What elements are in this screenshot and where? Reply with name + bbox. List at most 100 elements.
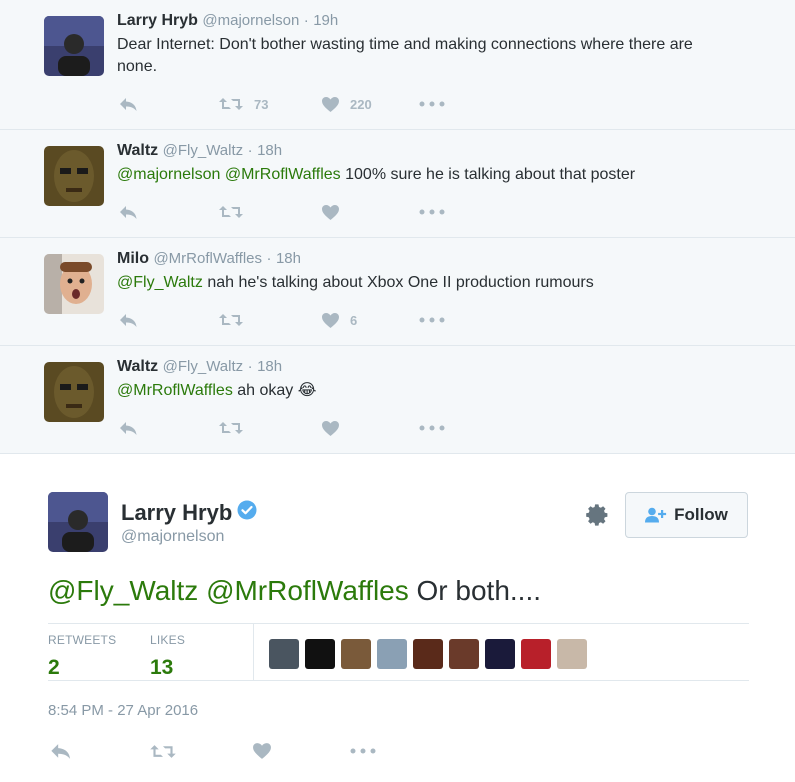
tweet-stats: RETWEETS 2 LIKES 13	[48, 623, 749, 681]
separator-dot: ·	[266, 250, 272, 267]
like-count: 6	[350, 312, 358, 328]
heart-icon	[321, 312, 340, 329]
tweet-text-segment: Or both....	[408, 575, 542, 606]
tweet-time[interactable]: 19h	[313, 12, 338, 29]
author-handle[interactable]: @Fly_Waltz	[163, 358, 244, 375]
tweet-text: @Fly_Waltz @MrRoflWaffles Or both....	[48, 571, 541, 611]
author-name[interactable]: Milo	[117, 250, 149, 267]
liker-avatar[interactable]	[413, 639, 443, 669]
tweet-text-segment: ah okay 😂	[232, 382, 317, 399]
retweets-label: RETWEETS	[48, 633, 117, 647]
gear-icon[interactable]	[586, 503, 610, 532]
mention-link[interactable]: @MrRoflWaffles	[225, 166, 341, 183]
retweet-icon	[218, 312, 244, 328]
tweet-actions	[117, 418, 457, 438]
retweet-button[interactable]	[218, 202, 254, 222]
author-handle[interactable]: @majornelson	[202, 12, 299, 29]
avatar[interactable]	[44, 146, 104, 206]
liker-avatar[interactable]	[341, 639, 371, 669]
tweet-text-segment: Dear Internet: Don't bother wasting time…	[117, 36, 693, 75]
more-icon[interactable]	[350, 741, 376, 761]
avatar[interactable]	[44, 362, 104, 422]
mention-link[interactable]: @MrRoflWaffles	[206, 575, 409, 606]
tweet-text-segment: nah he's talking about Xbox One II produ…	[202, 274, 594, 291]
main-tweet: Larry Hryb @majornelson Follow @Fly_Walt…	[0, 454, 795, 782]
reply-icon[interactable]	[119, 202, 138, 222]
heart-icon	[321, 420, 340, 437]
liker-avatar[interactable]	[557, 639, 587, 669]
liker-avatar[interactable]	[521, 639, 551, 669]
author-name[interactable]: Waltz	[117, 142, 158, 159]
retweet-icon	[218, 96, 244, 112]
reply-icon[interactable]	[119, 418, 138, 438]
avatar[interactable]	[44, 16, 104, 76]
tweet-time[interactable]: 18h	[257, 358, 282, 375]
likes-count: 13	[150, 656, 174, 679]
reply-tweet[interactable]: Waltz @Fly_Waltz · 18h @majornelson @MrR…	[0, 130, 795, 238]
retweet-count: 73	[254, 96, 269, 112]
tweet-timestamp: 8:54 PM - 27 Apr 2016	[48, 702, 199, 719]
retweet-button[interactable]	[218, 418, 254, 438]
reply-icon[interactable]	[119, 310, 138, 330]
mention-link[interactable]: @majornelson	[117, 166, 220, 183]
author-handle[interactable]: @Fly_Waltz	[163, 142, 244, 159]
reply-icon[interactable]	[50, 741, 72, 761]
likes-stat[interactable]: LIKES 13	[150, 633, 185, 680]
reply-tweet[interactable]: Waltz @Fly_Waltz · 18h @MrRoflWaffles ah…	[0, 346, 795, 454]
mention-link[interactable]: @MrRoflWaffles	[117, 382, 233, 399]
avatar[interactable]	[48, 492, 108, 552]
tweet-text: @majornelson @MrRoflWaffles 100% sure he…	[117, 164, 737, 186]
author-fullname[interactable]: Larry Hryb	[121, 500, 232, 526]
reply-icon[interactable]	[119, 94, 138, 114]
retweets-stat[interactable]: RETWEETS 2	[48, 633, 116, 680]
author-name[interactable]: Waltz	[117, 358, 158, 375]
tweet-text: @MrRoflWaffles ah okay 😂	[117, 380, 737, 402]
heart-icon	[321, 96, 340, 113]
liker-avatar[interactable]	[449, 639, 479, 669]
more-icon[interactable]	[419, 310, 445, 330]
liker-avatar[interactable]	[269, 639, 299, 669]
reply-tweet[interactable]: Larry Hryb @majornelson · 19h Dear Inter…	[0, 0, 795, 130]
follow-button[interactable]: Follow	[625, 492, 748, 538]
liker-avatar[interactable]	[485, 639, 515, 669]
tweet-time[interactable]: 18h	[257, 142, 282, 159]
separator-dot: ·	[247, 358, 253, 375]
tweet-actions	[48, 741, 388, 761]
author-name[interactable]: Larry Hryb	[117, 12, 198, 29]
author-handle[interactable]: @majornelson	[121, 528, 224, 546]
more-icon[interactable]	[419, 94, 445, 114]
retweet-button[interactable]: 73	[218, 94, 268, 114]
follow-label: Follow	[674, 505, 728, 524]
follow-person-icon	[645, 507, 667, 523]
verified-badge-icon	[237, 500, 257, 526]
author-handle[interactable]: @MrRoflWaffles	[153, 250, 262, 267]
more-icon[interactable]	[419, 418, 445, 438]
retweet-button[interactable]	[218, 310, 254, 330]
retweets-count: 2	[48, 656, 60, 679]
like-button[interactable]: 220	[321, 94, 372, 114]
tweet-actions: 73 220	[117, 94, 457, 114]
tweet-text-segment	[198, 575, 206, 606]
tweet-text: @Fly_Waltz nah he's talking about Xbox O…	[117, 272, 737, 294]
reply-tweet[interactable]: Milo @MrRoflWaffles · 18h @Fly_Waltz nah…	[0, 238, 795, 346]
like-button[interactable]	[321, 202, 350, 222]
author-name[interactable]: Larry Hryb	[121, 500, 257, 526]
liker-avatar[interactable]	[305, 639, 335, 669]
retweet-icon	[218, 204, 244, 220]
separator-dot: ·	[247, 142, 253, 159]
like-button[interactable]	[321, 418, 350, 438]
heart-icon[interactable]	[252, 741, 272, 761]
likers-list	[269, 639, 593, 669]
retweet-icon[interactable]	[149, 741, 177, 761]
like-count: 220	[350, 96, 372, 112]
like-button[interactable]: 6	[321, 310, 357, 330]
mention-link[interactable]: @Fly_Waltz	[117, 274, 203, 291]
avatar[interactable]	[44, 254, 104, 314]
mention-link[interactable]: @Fly_Waltz	[48, 575, 198, 606]
tweet-actions: 6	[117, 310, 457, 330]
heart-icon	[321, 204, 340, 221]
liker-avatar[interactable]	[377, 639, 407, 669]
likes-label: LIKES	[150, 633, 186, 647]
tweet-time[interactable]: 18h	[276, 250, 301, 267]
more-icon[interactable]	[419, 202, 445, 222]
